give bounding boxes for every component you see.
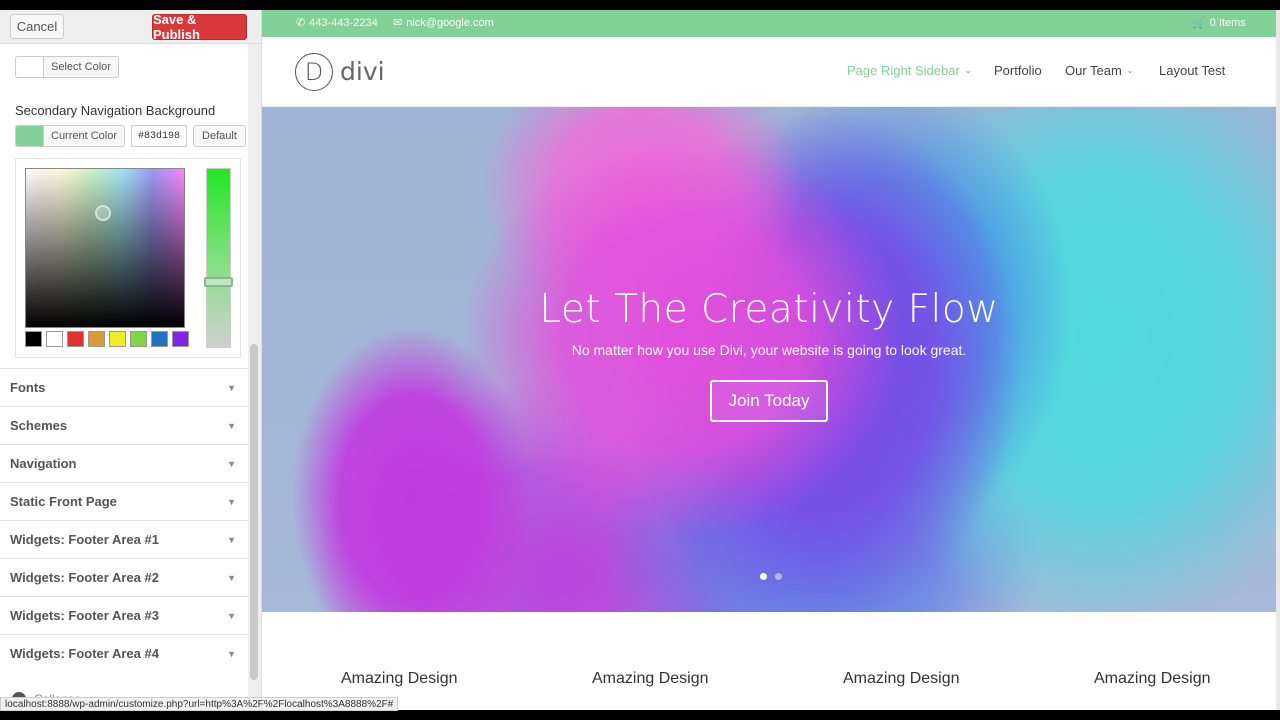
cancel-button[interactable]: Cancel <box>10 14 64 39</box>
expand-arrow-icon: ▼ <box>227 458 236 469</box>
current-color-button[interactable]: Current Color <box>43 125 126 147</box>
slider-dot[interactable] <box>760 573 767 580</box>
customizer-section[interactable]: Widgets: Footer Area #1 ▼ <box>0 520 248 558</box>
color-picker <box>15 158 241 358</box>
previous-color-control: Select Color <box>15 56 119 78</box>
palette-swatch[interactable] <box>109 331 126 347</box>
customizer-section[interactable]: Schemes ▼ <box>0 406 248 444</box>
section-label: Fonts <box>10 380 46 395</box>
default-color-button[interactable]: Default <box>193 125 246 147</box>
section-label: Schemes <box>10 418 68 433</box>
hero-subtitle: No matter how you use Divi, your website… <box>571 342 967 358</box>
customizer-section[interactable]: Widgets: Footer Area #3 ▼ <box>0 596 248 634</box>
customizer-section[interactable]: Fonts ▼ <box>0 368 248 406</box>
chevron-down-icon: ⌄ <box>1126 66 1134 75</box>
nav-item[interactable]: Page Right Sidebar ⌄ <box>847 63 971 78</box>
logo-mark[interactable]: D <box>295 53 333 91</box>
blurb-title: Amazing Design <box>1094 670 1211 687</box>
topbar-cart[interactable]: 🛒 0 Items <box>1192 16 1246 30</box>
logo-text[interactable]: divi <box>340 57 385 86</box>
customizer-section[interactable]: Widgets: Footer Area #2 ▼ <box>0 558 248 596</box>
blurb-title: Amazing Design <box>843 670 960 687</box>
palette-swatch[interactable] <box>88 331 105 347</box>
nav-item[interactable]: Portfolio <box>994 63 1042 78</box>
customizer-scrollbar[interactable] <box>250 344 258 680</box>
blurb-title: Amazing Design <box>592 670 709 687</box>
hero-content: Let The Creativity Flow No matter how yo… <box>262 287 1276 422</box>
palette-swatch[interactable] <box>130 331 147 347</box>
palette-swatch[interactable] <box>25 331 42 347</box>
chevron-down-icon: ⌄ <box>964 66 972 75</box>
nav-item-label: Our Team <box>1065 63 1122 78</box>
customizer-section[interactable]: Widgets: Footer Area #4 ▼ <box>0 634 248 672</box>
secondary-nav-bar: ✆ 443-443-2234 ✉ nick@google.com 🛒 0 Ite… <box>262 10 1276 37</box>
saturation-handle[interactable] <box>95 205 111 221</box>
color-palette <box>25 331 189 347</box>
hero-slider: Let The Creativity Flow No matter how yo… <box>262 107 1276 612</box>
nav-item-label: Layout Test <box>1159 63 1226 78</box>
current-color-swatch[interactable] <box>15 125 43 147</box>
join-today-button[interactable]: Join Today <box>709 380 829 422</box>
expand-arrow-icon: ▼ <box>227 420 236 431</box>
section-label: Widgets: Footer Area #2 <box>10 570 159 585</box>
section-label: Widgets: Footer Area #1 <box>10 532 159 547</box>
expand-arrow-icon: ▼ <box>227 648 236 659</box>
slider-pagination <box>760 573 782 580</box>
save-publish-button[interactable]: Save & Publish <box>152 12 247 42</box>
topbar-phone: ✆ 443-443-2234 <box>296 16 378 30</box>
previous-color-swatch[interactable] <box>15 56 43 78</box>
customizer-section[interactable]: Static Front Page ▼ <box>0 482 248 520</box>
section-label: Widgets: Footer Area #4 <box>10 646 159 661</box>
palette-swatch[interactable] <box>67 331 84 347</box>
palette-swatch[interactable] <box>46 331 63 347</box>
palette-swatch[interactable] <box>151 331 168 347</box>
email-text: nick@google.com <box>406 16 494 29</box>
hue-slider-handle[interactable] <box>204 277 233 287</box>
window-edge <box>1276 10 1280 710</box>
saturation-field[interactable] <box>25 168 185 328</box>
phone-icon: ✆ <box>296 17 306 29</box>
slider-dot[interactable] <box>775 573 782 580</box>
blurb-title: Amazing Design <box>341 670 458 687</box>
previous-field-title-cut <box>15 44 215 48</box>
expand-arrow-icon: ▼ <box>227 572 236 583</box>
main-header: D divi Page Right Sidebar ⌄ Portfolio Our T… <box>262 37 1276 107</box>
hero-title: Let The Creativity Flow <box>539 287 999 332</box>
section-label: Navigation <box>10 456 77 471</box>
status-bar-url: localhost:8888/wp-admin/customize.php?ur… <box>0 697 399 711</box>
email-icon: ✉ <box>393 17 403 29</box>
nav-item-label: Page Right Sidebar <box>847 63 960 78</box>
expand-arrow-icon: ▼ <box>227 382 236 393</box>
nav-item-label: Portfolio <box>994 63 1042 78</box>
secondary-nav-bg-title: Secondary Navigation Background <box>15 103 216 118</box>
expand-arrow-icon: ▼ <box>227 610 236 621</box>
phone-text: 443-443-2234 <box>309 16 378 29</box>
section-label: Static Front Page <box>10 494 117 509</box>
hex-color-input[interactable]: #83d198 <box>131 125 188 147</box>
nav-item[interactable]: Layout Test <box>1159 63 1225 78</box>
customizer-sidebar: Cancel Save & Publish Select Color Secon… <box>0 10 262 710</box>
section-label: Widgets: Footer Area #3 <box>10 608 159 623</box>
nav-item[interactable]: Our Team ⌄ <box>1065 63 1134 78</box>
select-color-button[interactable]: Select Color <box>43 56 119 78</box>
customizer-header: Cancel Save & Publish <box>0 10 261 44</box>
customizer-panel: Select Color Secondary Navigation Backgr… <box>0 44 248 710</box>
hue-slider[interactable] <box>206 168 231 348</box>
expand-arrow-icon: ▼ <box>227 534 236 545</box>
topbar-email[interactable]: ✉ nick@google.com <box>393 16 494 30</box>
secondary-nav-bg-control: Current Color #83d198 Default <box>15 125 246 147</box>
expand-arrow-icon: ▼ <box>227 496 236 507</box>
site-preview: ✆ 443-443-2234 ✉ nick@google.com 🛒 0 Ite… <box>262 10 1276 710</box>
palette-swatch[interactable] <box>172 331 189 347</box>
customizer-section[interactable]: Navigation ▼ <box>0 444 248 482</box>
cart-text: 0 Items <box>1209 16 1246 29</box>
cart-icon: 🛒 <box>1192 17 1206 29</box>
